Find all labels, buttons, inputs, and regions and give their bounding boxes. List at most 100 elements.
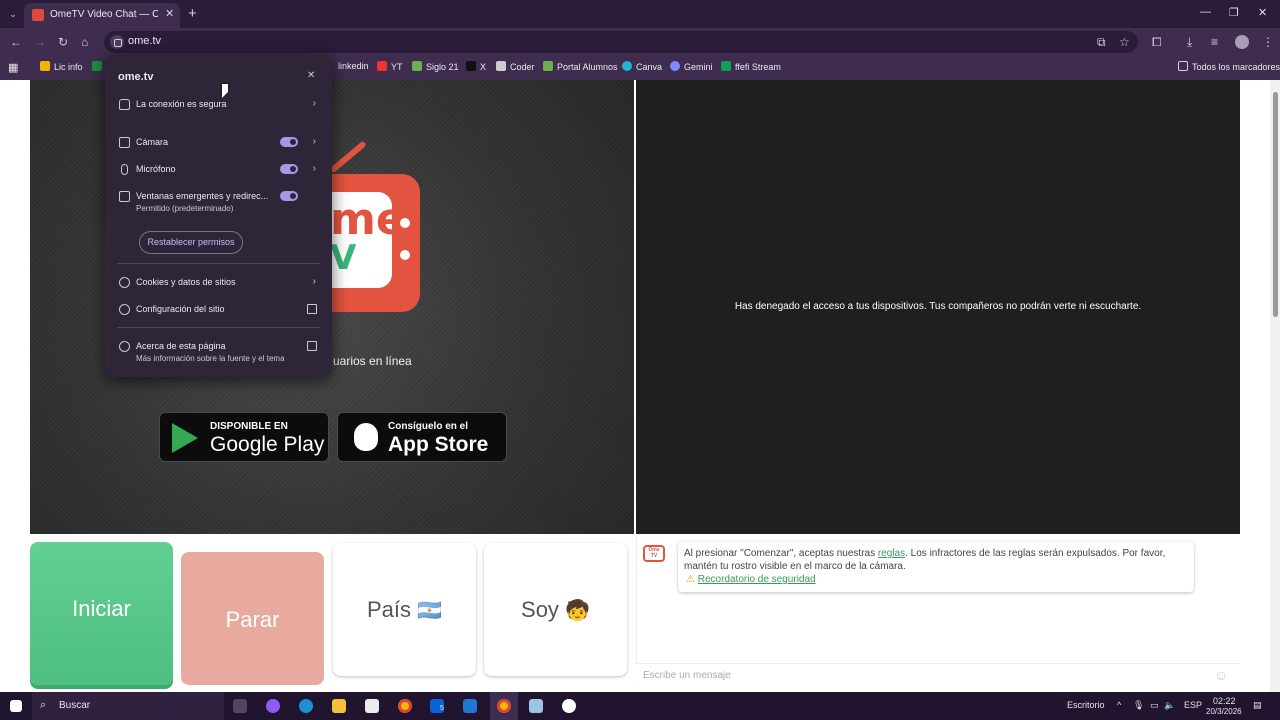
google-play-button[interactable]: DISPONIBLE EN Google Play [159,412,329,462]
stop-button[interactable]: Parar [181,552,324,685]
notifications-icon[interactable]: ▤ [1253,700,1262,711]
device-denied-message: Has denegado el acceso a tus dispositivo… [734,301,1142,312]
ometv-small-logo: Ome TV [643,545,665,562]
safety-reminder-link[interactable]: Recordatorio de seguridad [698,574,816,585]
chevron-right-icon: › [312,276,316,287]
vscode-icon[interactable] [463,699,477,713]
site-settings-row[interactable]: Configuración del sitio [105,303,332,317]
window-close-icon[interactable]: ✕ [1258,6,1267,19]
bookmark-lic-info[interactable]: Lic info [40,61,83,72]
scrollbar-thumb[interactable] [1273,92,1278,317]
mail-badge: 5 [440,705,444,712]
store-icon[interactable] [365,699,379,713]
windows-start-icon[interactable] [10,700,22,712]
bookmark-yt[interactable]: YT [377,61,403,72]
microphone-row[interactable]: Micrófono › [105,163,332,177]
all-bookmarks[interactable]: Todos los marcadores [1178,61,1280,72]
chrome-icon[interactable] [398,699,412,713]
windows-taskbar: ⌕ Buscar 5 Escritorio ^ 🎙 ▭ 🔈 ESP 02:22 … [0,692,1280,720]
microphone-tray-icon[interactable]: 🎙 [1133,700,1144,711]
bookmark-coder[interactable]: Coder [496,61,535,72]
tab-search-chevron-icon[interactable]: ⌄ [6,7,20,21]
chevron-right-icon: › [312,163,316,174]
gender-button[interactable]: Soy 🧒 [484,543,627,676]
notepad-icon[interactable] [529,699,543,713]
install-app-icon[interactable]: ⧉ [1097,35,1106,50]
browser-tab[interactable]: OmeTV Video Chat — Omegle ✕ [24,3,180,28]
popups-toggle[interactable] [280,191,298,201]
taskbar-search[interactable]: ⌕ Buscar [32,692,224,720]
bookmark-star-icon[interactable]: ☆ [1119,35,1130,49]
new-tab-icon[interactable]: + [188,5,197,22]
bookmark-canva[interactable]: Canva [622,61,662,72]
tab-title: OmeTV Video Chat — Omegle [50,9,158,20]
browser-tab-bar: ⌄ OmeTV Video Chat — Omegle ✕ + — ❐ ✕ [0,0,1280,28]
google-play-icon [172,423,198,453]
rules-link[interactable]: reglas [878,548,905,559]
apple-icon [354,423,378,451]
chevron-right-icon: › [312,136,316,147]
connection-secure-row[interactable]: La conexión es segura › [105,98,332,112]
clock-date[interactable]: 20/3/2026 [1206,707,1242,716]
menu-dots-icon[interactable]: ⋮ [1262,35,1274,49]
bookmark-ffefi-stream[interactable]: ffefi Stream [721,61,781,72]
online-users-text: uarios en línea [333,354,412,368]
profile-avatar[interactable] [1235,35,1249,49]
boy-emoji-icon: 🧒 [565,600,590,622]
popup-close-icon[interactable]: ✕ [307,70,321,81]
site-info-icon[interactable] [110,35,124,49]
extensions-icon[interactable]: ⧠ [1152,35,1162,50]
desktop-label[interactable]: Escritorio [1067,700,1105,710]
task-view-icon[interactable] [233,699,247,713]
clock-time[interactable]: 02:22 [1213,696,1236,706]
ometv-favicon-icon [32,9,44,21]
chrome-active-icon[interactable] [497,699,511,713]
url-text: ome.tv [128,35,162,47]
minimize-icon[interactable]: — [1200,6,1211,18]
message-input[interactable]: Escribe un mensaje ☺ [636,663,1240,687]
network-icon[interactable]: ▭ [1150,700,1159,711]
about-page-row[interactable]: Acerca de esta página Más información so… [105,340,332,366]
microphone-toggle[interactable] [280,164,298,174]
reset-permissions-button[interactable]: Restablecer permisos [139,231,243,254]
apps-grid-icon[interactable]: ▦ [8,61,18,74]
tab-groups-icon[interactable]: ≡ [1211,35,1218,49]
download-icon[interactable]: ⤓ [1187,35,1192,50]
external-link-icon [307,341,317,351]
bookmark-linkedin[interactable]: linkedin [338,61,369,71]
address-bar[interactable]: ome.tv [104,31,1138,53]
settings-gear-icon [119,304,130,315]
language-indicator[interactable]: ESP [1184,700,1202,710]
tab-close-icon[interactable]: ✕ [165,7,174,20]
camera-toggle[interactable] [280,137,298,147]
tray-chevron-icon[interactable]: ^ [1117,700,1121,710]
cookies-row[interactable]: Cookies y datos de sitios › [105,276,332,290]
forward-icon[interactable]: → [34,35,46,49]
bookmark-siglo21[interactable]: Siglo 21 [412,61,459,72]
microphone-icon [121,164,128,175]
edge-icon[interactable] [299,699,313,713]
bookmark-green[interactable] [92,61,106,72]
country-button[interactable]: País 🇦🇷 [333,543,476,676]
file-explorer-icon[interactable] [332,699,346,713]
app-store-button[interactable]: Consíguelo en el App Store [337,412,507,462]
external-link-icon [307,304,317,314]
emoji-icon[interactable]: ☺ [1214,667,1228,683]
reload-icon[interactable]: ↻ [58,35,68,49]
popups-row[interactable]: Ventanas emergentes y redirec... Permiti… [105,190,332,216]
back-icon[interactable]: ← [10,35,22,49]
volume-icon[interactable]: 🔈 [1164,700,1175,711]
bookmark-x[interactable]: X [466,61,486,72]
app-icon[interactable] [562,699,576,713]
mouse-cursor-icon [222,84,228,98]
copilot-icon[interactable] [266,699,280,713]
home-icon[interactable]: ⌂ [81,35,88,49]
argentina-flag-icon: 🇦🇷 [417,600,443,622]
popup-window-icon [119,191,130,202]
rules-notice: Al presionar "Comenzar", aceptas nuestra… [678,542,1194,592]
camera-row[interactable]: Cámara › [105,136,332,150]
start-button[interactable]: Iniciar [30,542,173,685]
bookmark-gemini[interactable]: Gemini [670,61,713,72]
bookmark-portal-alumnos[interactable]: Portal Alumnos [543,61,618,72]
restore-icon[interactable]: ❐ [1229,6,1239,19]
